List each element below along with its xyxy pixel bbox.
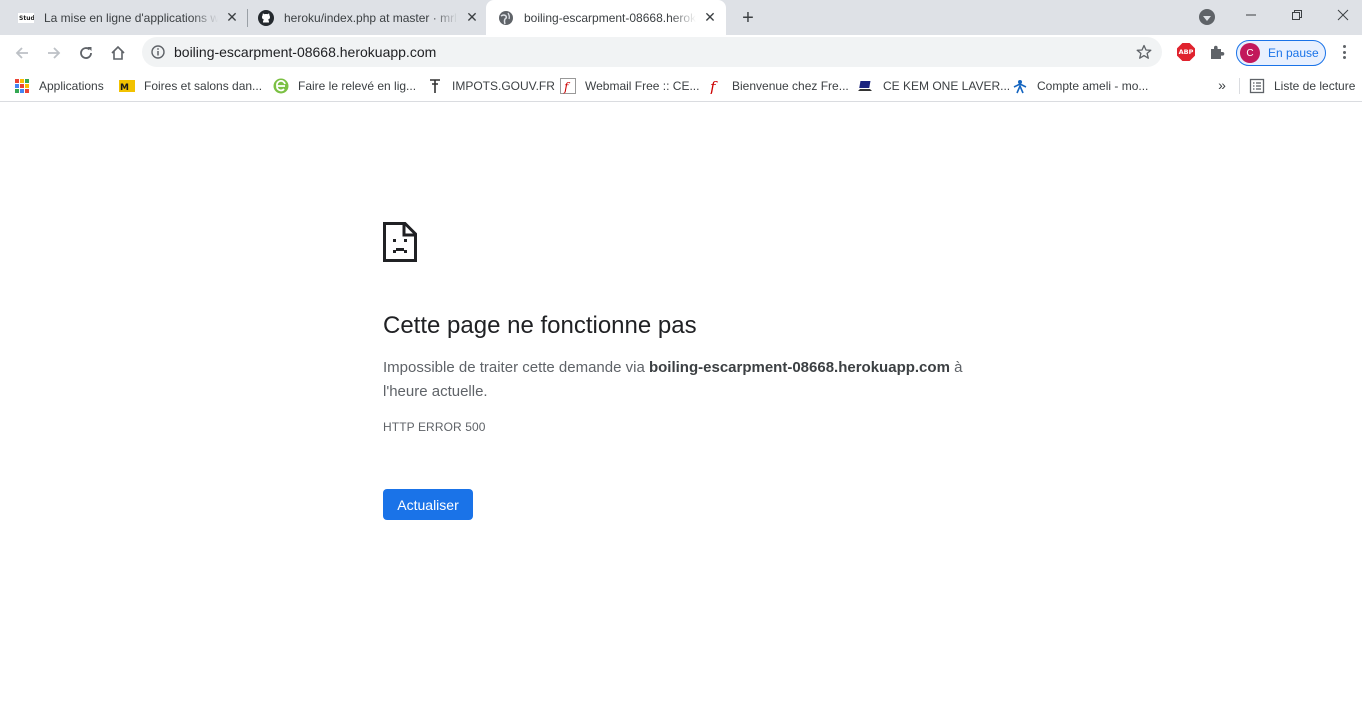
url-text[interactable]: boiling-escarpment-08668.herokuapp.com bbox=[174, 44, 436, 60]
sad-page-icon bbox=[383, 222, 417, 262]
arrow-right-icon bbox=[48, 47, 61, 59]
minimize-button[interactable] bbox=[1228, 0, 1274, 30]
e-green-icon bbox=[273, 78, 289, 94]
close-icon[interactable]: ✕ bbox=[224, 9, 240, 26]
tab-title: La mise en ligne d'applications w bbox=[44, 10, 218, 25]
free-icon: f bbox=[560, 78, 576, 94]
tab-title: heroku/index.php at master · mrl bbox=[284, 10, 457, 25]
svg-text:M: M bbox=[120, 83, 129, 93]
arrow-left-icon bbox=[15, 47, 28, 59]
info-icon[interactable] bbox=[150, 44, 166, 60]
bookmark-label: Applications bbox=[39, 79, 104, 93]
bookmark-impots[interactable]: IMPOTS.GOUV.FR bbox=[427, 75, 555, 97]
laptop-icon bbox=[858, 78, 874, 94]
error-host: boiling-escarpment-08668.herokuapp.com bbox=[648, 359, 950, 376]
bookmark-label: Foires et salons dan... bbox=[144, 79, 263, 93]
new-tab-button[interactable]: + bbox=[736, 6, 760, 30]
free-red-icon: f bbox=[707, 78, 723, 94]
bookmark-ce-kem[interactable]: CE KEM ONE LAVER... bbox=[858, 75, 1010, 97]
error-code: HTTP ERROR 500 bbox=[383, 420, 486, 434]
reload-icon bbox=[80, 47, 92, 59]
svg-text:Studi: Studi bbox=[19, 15, 34, 22]
apps-grid-icon bbox=[14, 78, 30, 94]
forward-button[interactable] bbox=[40, 39, 68, 67]
close-icon[interactable]: ✕ bbox=[464, 9, 480, 26]
bookmark-free[interactable]: f Bienvenue chez Fre... bbox=[707, 75, 849, 97]
bookmark-label: IMPOTS.GOUV.FR bbox=[452, 79, 555, 93]
tab-title: boiling-escarpment-08668.heroku bbox=[524, 10, 696, 25]
bookmark-label: Faire le relevé en lig... bbox=[298, 79, 417, 93]
reload-button[interactable] bbox=[72, 39, 100, 67]
profile-button[interactable]: C En pause bbox=[1236, 40, 1326, 66]
bookmarks-bar: Applications M Foires et salons dan... F… bbox=[0, 70, 1362, 102]
tab-search-icon[interactable] bbox=[1199, 9, 1215, 25]
mp-icon: M bbox=[119, 78, 135, 94]
ameli-icon bbox=[1012, 78, 1028, 94]
globe-icon bbox=[498, 10, 514, 26]
back-button[interactable] bbox=[8, 39, 36, 67]
browser-toolbar: boiling-escarpment-08668.herokuapp.com A… bbox=[0, 35, 1362, 70]
divider bbox=[1239, 78, 1240, 94]
bookmark-label: Compte ameli - mo... bbox=[1037, 79, 1149, 93]
extensions-puzzle-icon[interactable] bbox=[1208, 43, 1226, 61]
profile-status-label: En pause bbox=[1268, 46, 1319, 60]
reading-list-button[interactable]: Liste de lecture bbox=[1249, 75, 1355, 97]
tab-studi[interactable]: Studi La mise en ligne d'applications w … bbox=[10, 0, 246, 35]
tab-active[interactable]: boiling-escarpment-08668.heroku ✕ bbox=[486, 0, 726, 35]
error-title: Cette page ne fonctionne pas bbox=[383, 312, 697, 339]
bookmark-label: CE KEM ONE LAVER... bbox=[883, 79, 1011, 93]
svg-text:f: f bbox=[709, 78, 718, 94]
bookmark-label: Bienvenue chez Fre... bbox=[732, 79, 849, 93]
home-icon bbox=[111, 45, 125, 60]
close-icon[interactable]: ✕ bbox=[702, 9, 718, 26]
tab-strip: Studi La mise en ligne d'applications w … bbox=[0, 0, 1362, 35]
bookmarks-overflow-button[interactable]: » bbox=[1214, 75, 1230, 95]
address-bar[interactable]: boiling-escarpment-08668.herokuapp.com bbox=[142, 37, 1162, 67]
reading-list-label: Liste de lecture bbox=[1274, 79, 1356, 93]
home-button[interactable] bbox=[104, 39, 132, 67]
more-menu-icon[interactable] bbox=[1336, 43, 1352, 61]
bookmark-webmail[interactable]: f Webmail Free :: CE... bbox=[560, 75, 699, 97]
github-icon bbox=[258, 9, 274, 26]
avatar: C bbox=[1240, 43, 1260, 63]
adblock-plus-icon[interactable]: ABP bbox=[1177, 43, 1195, 61]
bookmark-releve[interactable]: Faire le relevé en lig... bbox=[273, 75, 416, 97]
restore-button[interactable] bbox=[1274, 0, 1320, 30]
close-window-button[interactable] bbox=[1320, 0, 1362, 30]
reading-list-icon bbox=[1249, 78, 1265, 94]
error-message-prefix: Impossible de traiter cette demande via bbox=[383, 359, 649, 376]
bookmark-star-icon[interactable] bbox=[1134, 42, 1154, 62]
studi-favicon-icon: Studi bbox=[18, 10, 34, 26]
reload-page-button[interactable]: Actualiser bbox=[383, 489, 473, 520]
bookmark-applications[interactable]: Applications bbox=[14, 75, 104, 97]
tab-github[interactable]: heroku/index.php at master · mrl ✕ bbox=[248, 0, 486, 35]
bookmark-foires[interactable]: M Foires et salons dan... bbox=[119, 75, 262, 97]
bookmark-label: Webmail Free :: CE... bbox=[585, 79, 700, 93]
bookmark-ameli[interactable]: Compte ameli - mo... bbox=[1012, 75, 1148, 97]
impots-icon bbox=[427, 78, 443, 94]
error-message: Impossible de traiter cette demande via … bbox=[383, 356, 983, 404]
